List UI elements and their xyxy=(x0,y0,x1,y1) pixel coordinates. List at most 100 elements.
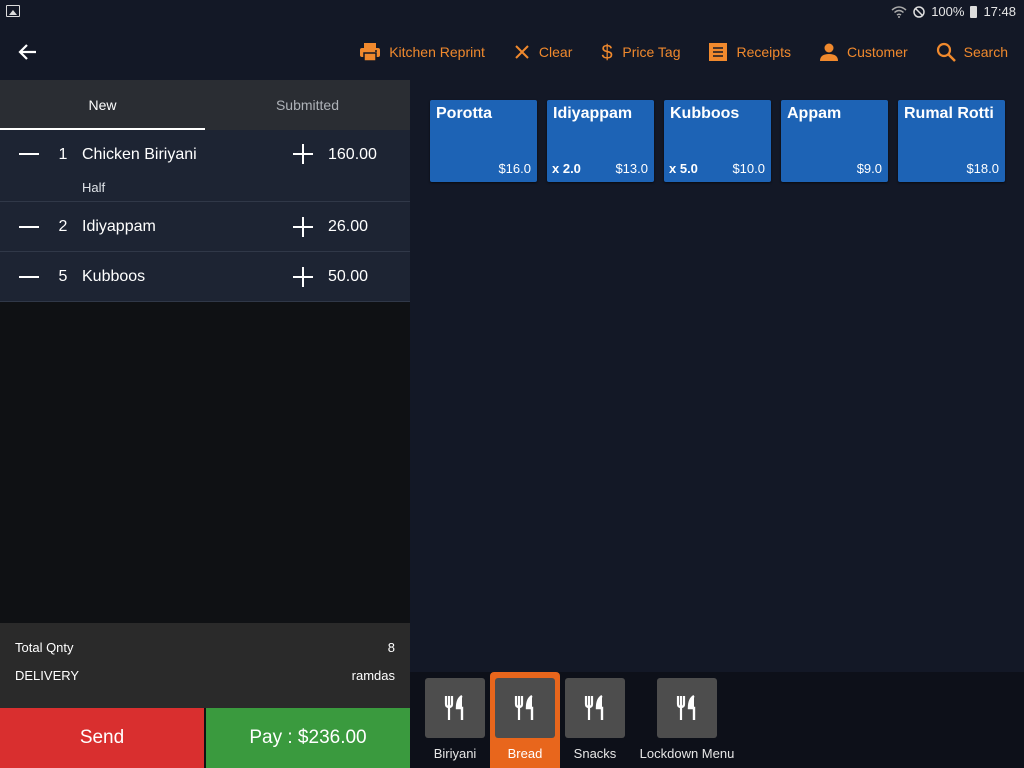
customer-button[interactable]: Customer xyxy=(819,42,908,62)
item-qty: 2 xyxy=(58,218,68,235)
fork-knife-icon xyxy=(676,695,696,720)
tab-new[interactable]: New xyxy=(0,80,205,130)
battery-percent: 100% xyxy=(931,4,965,19)
menu-item-price: $13.0 xyxy=(615,161,648,176)
clear-button[interactable]: Clear xyxy=(513,43,572,61)
toolbar: Kitchen Reprint Clear $ Price Tag Receip… xyxy=(0,24,1024,80)
menu-item-card[interactable]: Idiyappam x 2.0 $13.0 xyxy=(547,100,654,182)
menu-item-name: Rumal Rotti xyxy=(904,105,994,122)
dollar-icon: $ xyxy=(602,42,613,63)
order-row[interactable]: 2 Idiyappam 26.00 xyxy=(0,202,410,252)
item-price: 26.00 xyxy=(328,218,369,235)
clock: 17:48 xyxy=(983,4,1016,19)
item-price: 160.00 xyxy=(328,146,377,163)
customer-name: ramdas xyxy=(351,668,395,683)
total-qty-line: Total Qnty 8 xyxy=(15,640,395,655)
price-tag-button[interactable]: $ Price Tag xyxy=(600,41,681,63)
menu-panel: Porotta $16.0 Idiyappam x 2.0 $13.0 Kubb… xyxy=(410,80,1024,672)
category-label: Lockdown Menu xyxy=(639,746,735,761)
item-price: 50.00 xyxy=(328,268,369,285)
menu-item-name: Appam xyxy=(787,105,842,122)
status-bar: 100% 17:48 xyxy=(0,0,1024,24)
search-label: Search xyxy=(963,44,1008,60)
status-right: 100% 17:48 xyxy=(891,4,1016,19)
toolbar-actions: Kitchen Reprint Clear $ Price Tag Receip… xyxy=(359,24,1008,80)
category-bread[interactable]: Bread xyxy=(490,672,560,768)
pay-button[interactable]: Pay : $236.00 xyxy=(206,708,410,768)
search-icon xyxy=(936,42,956,62)
order-totals: Total Qnty 8 DELIVERY ramdas xyxy=(0,623,410,708)
category-tile xyxy=(657,678,717,738)
order-type: DELIVERY xyxy=(15,668,80,683)
menu-item-price: $16.0 xyxy=(498,161,531,176)
menu-item-card[interactable]: Rumal Rotti $18.0 xyxy=(898,100,1005,182)
order-tabs: New Submitted xyxy=(0,80,410,130)
menu-item-name: Idiyappam xyxy=(553,105,633,122)
plus-button[interactable] xyxy=(292,143,314,165)
receipts-label: Receipts xyxy=(736,44,791,60)
svg-text:$: $ xyxy=(602,42,613,63)
menu-item-name: Porotta xyxy=(436,105,492,122)
menu-item-card[interactable]: Appam $9.0 xyxy=(781,100,888,182)
category-biriyani[interactable]: Biriyani xyxy=(424,672,486,768)
order-type-line: DELIVERY ramdas xyxy=(15,668,395,683)
order-row[interactable]: 5 Kubboos 50.00 xyxy=(0,252,410,302)
category-label: Biriyani xyxy=(433,746,477,761)
item-name: Idiyappam xyxy=(82,218,156,235)
category-bar: Biriyani Bread Snacks Lockdown Menu xyxy=(410,672,1024,768)
person-icon xyxy=(819,43,838,61)
printer-icon xyxy=(360,43,381,62)
order-panel: New Submitted 1 Chicken Biriyani Half 16… xyxy=(0,80,410,768)
receipt-icon xyxy=(709,43,728,61)
item-note: Half xyxy=(82,180,106,195)
menu-item-name: Kubboos xyxy=(670,105,740,122)
item-name: Chicken Biriyani xyxy=(82,146,197,163)
item-qty: 1 xyxy=(58,146,68,163)
clear-label: Clear xyxy=(538,44,573,60)
arrow-left-icon xyxy=(18,44,36,60)
fork-knife-icon xyxy=(444,695,464,720)
search-button[interactable]: Search xyxy=(936,42,1008,62)
category-tile xyxy=(425,678,485,738)
receipts-button[interactable]: Receipts xyxy=(708,42,791,62)
menu-item-grid: Porotta $16.0 Idiyappam x 2.0 $13.0 Kubb… xyxy=(430,100,1005,182)
close-icon xyxy=(515,45,529,59)
battery-icon xyxy=(970,5,978,18)
menu-item-price: $10.0 xyxy=(732,161,765,176)
back-button[interactable] xyxy=(16,40,40,64)
image-notification-icon xyxy=(6,5,20,17)
price-tag-label: Price Tag xyxy=(622,44,681,60)
customer-label: Customer xyxy=(846,44,908,60)
category-tile xyxy=(495,678,555,738)
fork-knife-icon xyxy=(514,695,534,720)
minus-button[interactable] xyxy=(18,143,40,165)
kitchen-reprint-label: Kitchen Reprint xyxy=(389,44,485,60)
minus-button[interactable] xyxy=(18,216,40,238)
plus-button[interactable] xyxy=(292,266,314,288)
order-list: 1 Chicken Biriyani Half 160.00 2 Idiyapp… xyxy=(0,130,410,302)
do-not-disturb-icon xyxy=(913,5,925,18)
category-label: Bread xyxy=(507,746,543,761)
order-row[interactable]: 1 Chicken Biriyani Half 160.00 xyxy=(0,130,410,202)
total-qty-label: Total Qnty xyxy=(15,640,74,655)
kitchen-reprint-button[interactable]: Kitchen Reprint xyxy=(359,42,485,62)
category-tile xyxy=(565,678,625,738)
send-button[interactable]: Send xyxy=(0,708,204,768)
total-qty-value: 8 xyxy=(387,640,395,655)
wifi-icon xyxy=(891,5,907,18)
plus-button[interactable] xyxy=(292,216,314,238)
menu-item-price: $9.0 xyxy=(856,161,882,176)
fork-knife-icon xyxy=(584,695,604,720)
minus-button[interactable] xyxy=(18,266,40,288)
menu-item-card[interactable]: Porotta $16.0 xyxy=(430,100,537,182)
category-snacks[interactable]: Snacks xyxy=(564,672,626,768)
menu-item-qty: x 5.0 xyxy=(669,161,698,176)
menu-item-price: $18.0 xyxy=(966,161,999,176)
item-name: Kubboos xyxy=(82,268,146,285)
pos-screen: 100% 17:48 Kitchen Reprint Clear $ Price… xyxy=(0,0,1024,768)
tab-submitted[interactable]: Submitted xyxy=(205,80,410,130)
menu-item-card[interactable]: Kubboos x 5.0 $10.0 xyxy=(664,100,771,182)
category-lockdown-menu[interactable]: Lockdown Menu xyxy=(634,672,740,768)
item-qty: 5 xyxy=(58,268,68,285)
category-label: Snacks xyxy=(573,746,617,761)
